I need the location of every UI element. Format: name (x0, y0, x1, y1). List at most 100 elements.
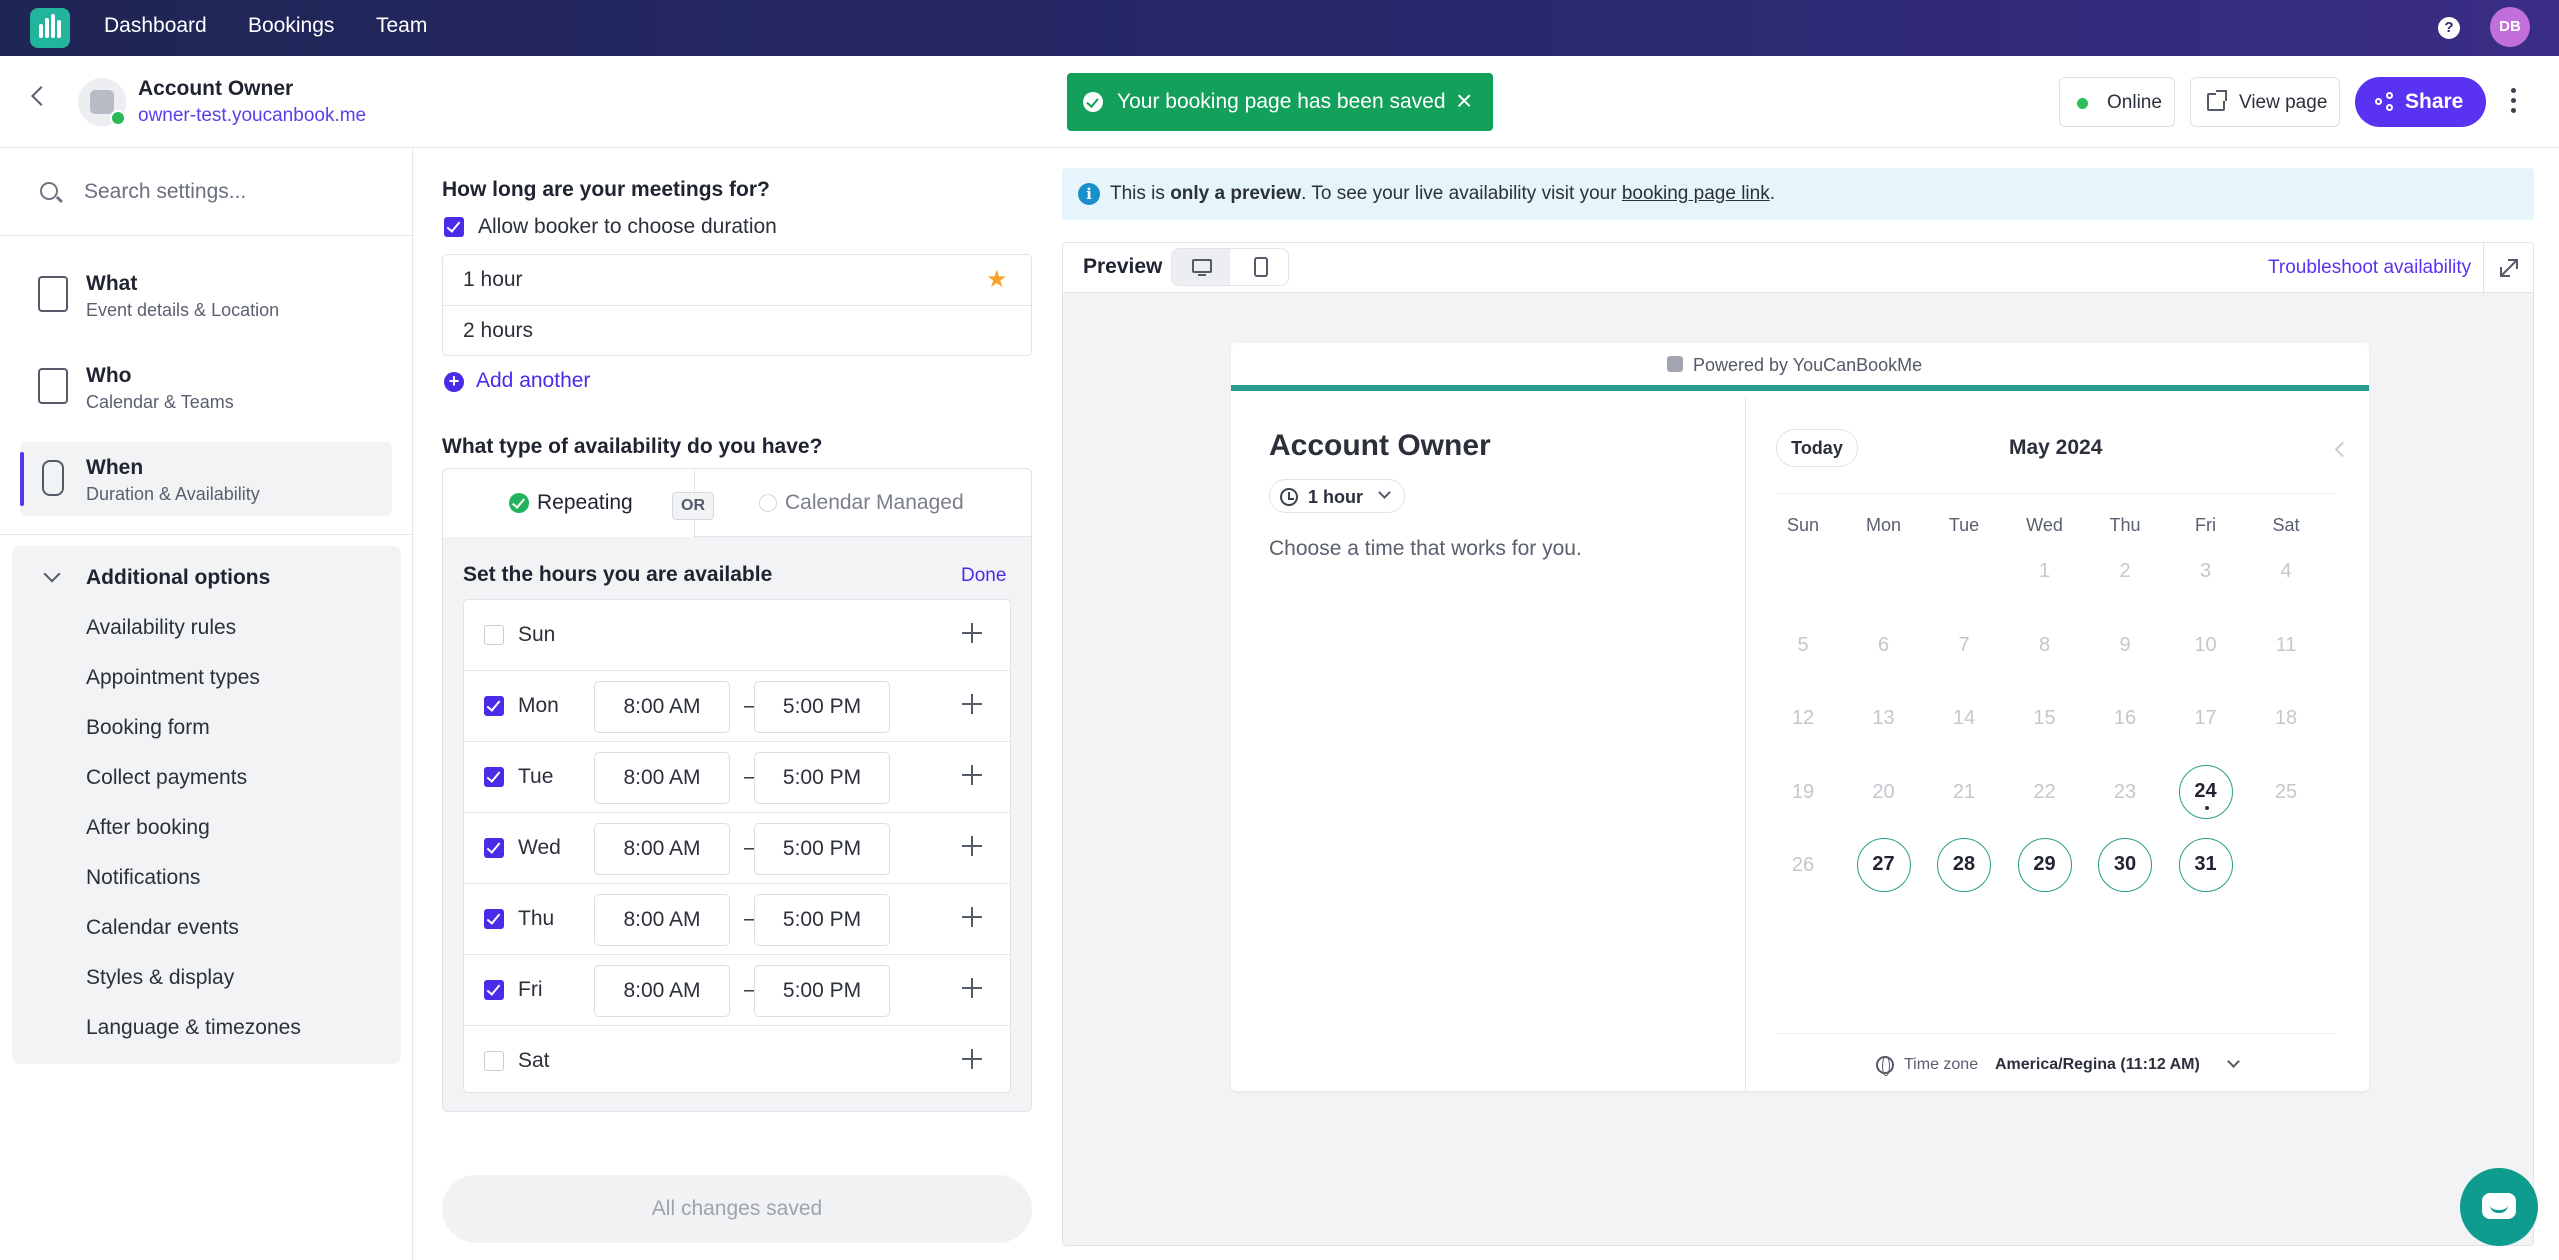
day-checkbox[interactable] (484, 696, 504, 716)
info-text-part: . To see your live availability visit yo… (1301, 183, 1622, 204)
sidebar-item-when[interactable]: When Duration & Availability (20, 442, 392, 516)
previous-month-icon[interactable] (2334, 441, 2351, 458)
end-time-input[interactable]: 5:00 PM (754, 823, 890, 875)
tab-calendar-managed-label: Calendar Managed (785, 491, 964, 514)
allow-duration-label[interactable]: Allow booker to choose duration (478, 215, 777, 239)
calendar-day: 6 (1877, 633, 1890, 656)
online-status-button[interactable]: Online (2059, 77, 2175, 127)
calendar-day: 20 (1872, 780, 1895, 803)
add-hours-plus-icon[interactable] (962, 765, 982, 785)
day-checkbox[interactable] (484, 767, 504, 787)
end-time-input[interactable]: 5:00 PM (754, 681, 890, 733)
user-avatar[interactable]: DB (2490, 7, 2530, 47)
more-options-icon[interactable] (2511, 88, 2517, 114)
day-checkbox[interactable] (484, 909, 504, 929)
day-checkbox[interactable] (484, 1051, 504, 1071)
back-arrow-icon[interactable] (31, 86, 51, 106)
calendar-day[interactable]: 24 (2178, 764, 2233, 819)
chat-support-button[interactable] (2460, 1168, 2538, 1246)
nav-bookings[interactable]: Bookings (248, 14, 334, 38)
sidebar-item-who[interactable]: Who Calendar & Teams (20, 350, 392, 424)
expand-icon[interactable] (2483, 243, 2533, 293)
search-icon (40, 182, 58, 200)
calendar-day[interactable]: 29 (2017, 838, 2072, 892)
add-another-label: Add another (476, 369, 591, 392)
calendar-day[interactable]: 31 (2178, 838, 2233, 892)
today-button[interactable]: Today (1776, 429, 1858, 467)
close-icon[interactable]: × (1456, 87, 1472, 115)
share-button[interactable]: Share (2355, 77, 2486, 127)
option-booking-form[interactable]: Booking form (86, 716, 210, 740)
day-row-sun: Sun (464, 600, 1010, 671)
contact-card-icon (38, 368, 68, 404)
weekday-header: Tue (1948, 515, 1980, 535)
start-time-input[interactable]: 8:00 AM (594, 965, 730, 1017)
chevron-down-icon[interactable] (43, 565, 61, 583)
troubleshoot-availability-link[interactable]: Troubleshoot availability (2268, 257, 2471, 279)
youcanbookme-logo-icon[interactable] (30, 8, 70, 48)
start-time-input[interactable]: 8:00 AM (594, 894, 730, 946)
availability-panel: Repeating Calendar Managed OR Set the ho… (442, 468, 1032, 1112)
day-row-thu: Thu 8:00 AM – 5:00 PM (464, 884, 1010, 955)
option-appointment-types[interactable]: Appointment types (86, 666, 260, 690)
default-star-icon[interactable]: ★ (986, 268, 1008, 292)
booking-card-details: Account Owner 1 hour Choose a time that … (1231, 397, 1746, 1091)
option-collect-payments[interactable]: Collect payments (86, 766, 247, 790)
help-icon[interactable]: ? (2438, 17, 2460, 39)
add-hours-plus-icon[interactable] (962, 694, 982, 714)
calendar-day[interactable]: 30 (2098, 838, 2152, 892)
day-row-sat: Sat (464, 1026, 1010, 1097)
booking-page-link[interactable]: booking page link (1622, 183, 1770, 204)
duration-option[interactable]: 1 hour (443, 255, 1031, 305)
option-after-booking[interactable]: After booking (86, 816, 210, 840)
all-changes-saved-button[interactable]: All changes saved (442, 1175, 1032, 1243)
add-hours-plus-icon[interactable] (962, 836, 982, 856)
add-hours-plus-icon[interactable] (962, 978, 982, 998)
calendar-day[interactable]: 28 (1937, 838, 1991, 892)
view-page-button[interactable]: View page (2190, 77, 2340, 127)
weekday-header: Fri (2195, 515, 2216, 535)
account-url-link[interactable]: owner-test.youcanbook.me (138, 105, 366, 127)
add-hours-plus-icon[interactable] (962, 907, 982, 927)
end-time-input[interactable]: 5:00 PM (754, 752, 890, 804)
duration-select[interactable]: 1 hour (1269, 479, 1405, 513)
calendar-day: 18 (2274, 707, 2298, 729)
sidebar-item-what[interactable]: What Event details & Location (20, 258, 392, 332)
search-settings-input[interactable] (84, 174, 384, 210)
day-checkbox[interactable] (484, 838, 504, 858)
check-circle-icon (1083, 92, 1103, 112)
end-time-input[interactable]: 5:00 PM (754, 965, 890, 1017)
tab-calendar-managed[interactable]: Calendar Managed (695, 469, 1031, 537)
day-checkbox[interactable] (484, 980, 504, 1000)
option-styles-display[interactable]: Styles & display (86, 966, 234, 990)
online-dot-icon (2077, 98, 2088, 109)
done-button[interactable]: Done (961, 565, 1006, 587)
calendar-day: 1 (2038, 560, 2051, 582)
desktop-view-button[interactable] (1172, 249, 1230, 285)
start-time-input[interactable]: 8:00 AM (594, 752, 730, 804)
day-checkbox[interactable] (484, 625, 504, 645)
additional-options-title[interactable]: Additional options (86, 566, 270, 590)
add-hours-plus-icon[interactable] (962, 1049, 982, 1069)
add-hours-plus-icon[interactable] (962, 623, 982, 643)
start-time-input[interactable]: 8:00 AM (594, 681, 730, 733)
end-time-input[interactable]: 5:00 PM (754, 894, 890, 946)
nav-team[interactable]: Team (376, 14, 427, 38)
option-language-timezones[interactable]: Language & timezones (86, 1016, 301, 1040)
mobile-view-button[interactable] (1231, 249, 1289, 285)
info-icon: i (1078, 183, 1100, 205)
option-notifications[interactable]: Notifications (86, 866, 200, 890)
tab-repeating[interactable]: Repeating (443, 469, 695, 537)
phone-icon (1254, 257, 1268, 277)
option-calendar-events[interactable]: Calendar events (86, 916, 239, 940)
settings-sidebar: What Event details & Location Who Calend… (0, 148, 413, 1260)
start-time-input[interactable]: 8:00 AM (594, 823, 730, 875)
duration-option[interactable]: 2 hours (443, 305, 1031, 355)
watch-icon (42, 460, 64, 496)
booking-owner-name: Account Owner (1269, 429, 1491, 462)
allow-duration-checkbox[interactable] (444, 217, 464, 237)
share-label: Share (2405, 90, 2464, 113)
calendar-day[interactable]: 27 (1856, 838, 1911, 892)
option-availability-rules[interactable]: Availability rules (86, 616, 236, 640)
nav-dashboard[interactable]: Dashboard (104, 14, 207, 38)
